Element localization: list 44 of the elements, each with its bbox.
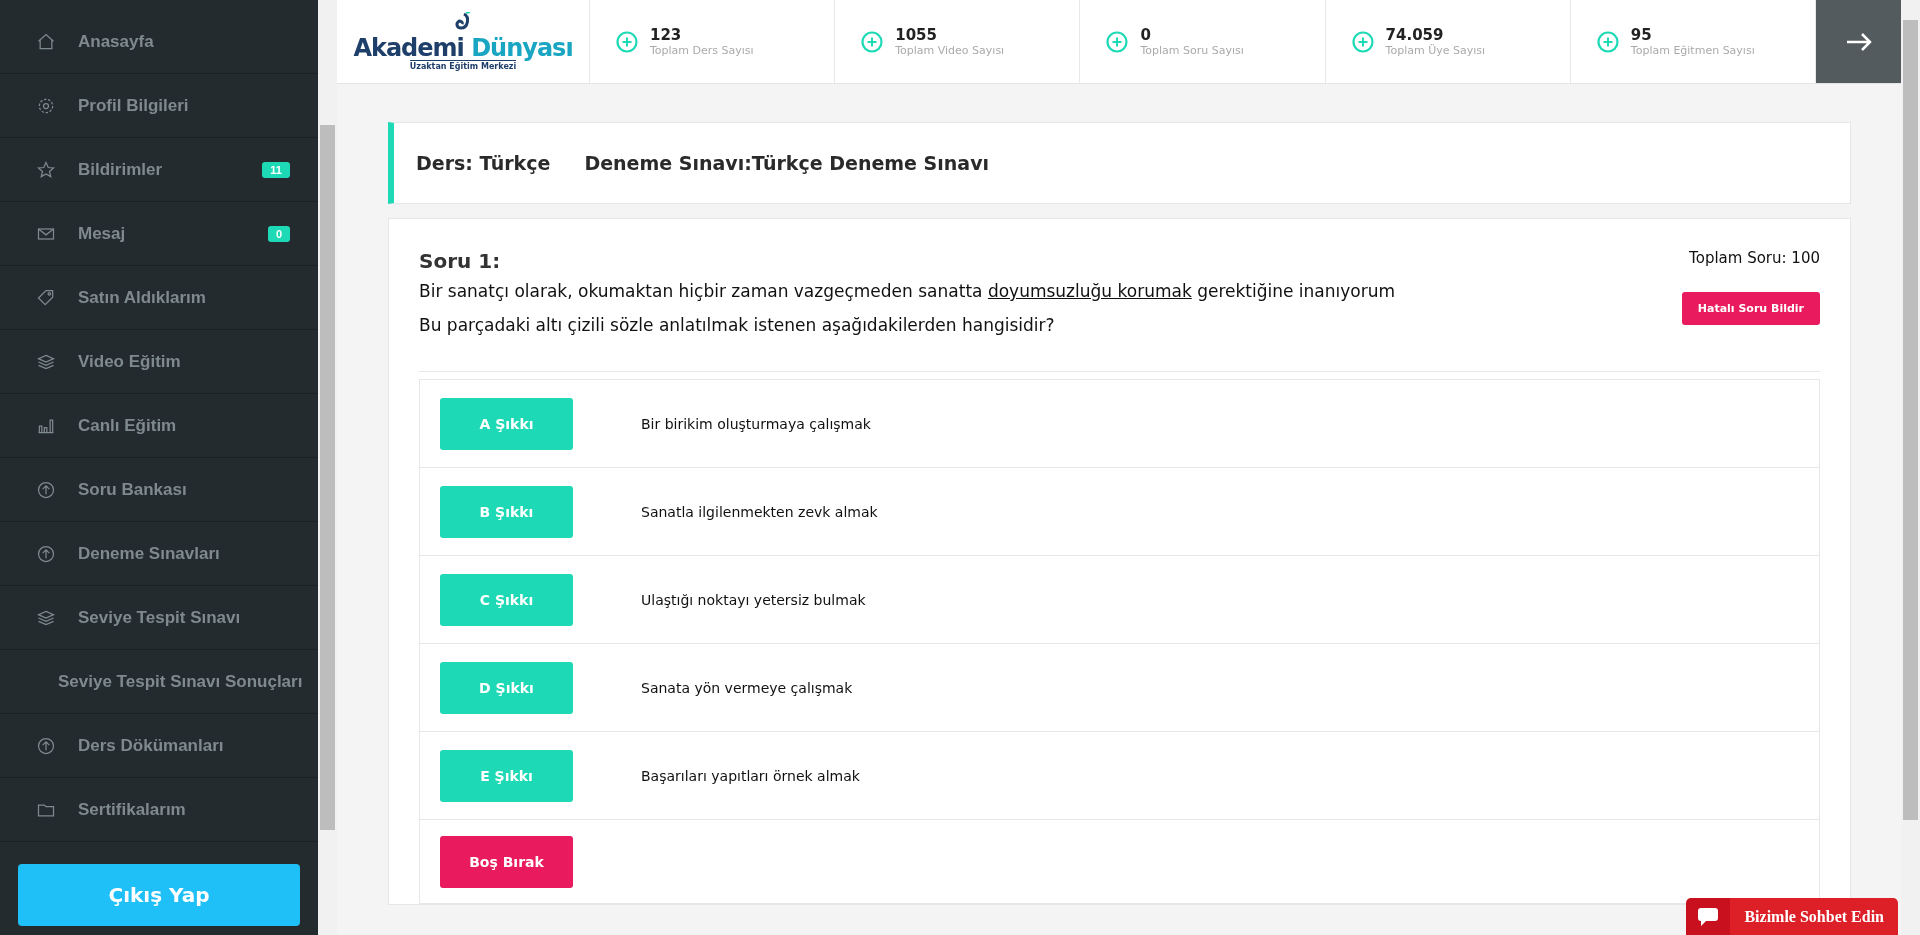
plus-circle-icon [616,30,638,53]
stat-value: 74.059 [1385,26,1445,44]
plus-circle-icon [861,30,884,53]
question-prompt: Bu parçadaki altı çizili sözle anlatılmak istenen aşağıdakilerden hangisidir? [419,315,1056,335]
stat-value: 95 [1630,26,1653,44]
stat-label: Toplam Soru Sayısı [1140,44,1244,57]
upload-icon [36,543,56,564]
stat-label: Toplam Video Sayısı [895,44,1005,57]
chat-bubble-icon [1697,906,1720,927]
sidebar-item[interactable]: Bildirimler 11 [0,138,318,202]
tag-icon [36,287,56,308]
answer-text: Ulaştığı noktayı yetersiz bulmak [641,591,866,608]
question-number: Soru 1: [419,249,502,273]
sidebar-item[interactable]: Mesaj 0 [0,202,318,266]
stat-value: 123 [650,26,683,44]
stat-label: Toplam Eğitmen Sayısı [1630,44,1755,57]
star-icon [36,159,56,180]
home-icon [36,31,56,52]
report-button[interactable]: Hatalı Soru Bildir [1681,292,1820,325]
count-badge: 0 [267,225,290,242]
upload-icon [36,735,56,756]
answer-text: Sanata yön vermeye çalışmak [641,679,853,696]
arrow-right-icon [1845,32,1872,51]
logo-tagline: Uzaktan Eğitim Merkezi [409,60,517,71]
course-title: Ders: Türkçe [416,152,551,174]
total-questions: Toplam Soru: 100 [1689,249,1820,267]
stat-label: Toplam Üye Sayısı [1385,44,1486,57]
arrow-button[interactable] [1816,0,1901,83]
plus-circle-icon [1106,30,1129,53]
plus-circle-icon [1351,30,1374,53]
upload-icon [36,479,56,500]
question-text: Bir sanatçı olarak, okumaktan hiçbir zaman vazgeçmeden sanatta doyumsuzluğu korumak gerektiğine inanıyorum [419,281,1396,301]
stat-label: Toplam Ders Sayısı [650,44,754,57]
logout-button[interactable]: Çıkış Yap [18,864,300,926]
skip-button[interactable]: Boş Bırak [440,835,573,888]
chat-button[interactable]: Bizimle Sohbet Edin [1730,898,1898,935]
stat-value: 0 [1140,26,1152,44]
plus-circle-icon [1596,30,1619,53]
stat-value: 1055 [895,26,938,44]
count-badge: 11 [262,161,290,178]
answer-text: Sanatla ilgilenmekten zevk almak [641,503,878,520]
exam-title: Deneme Sınavı:Türkçe Deneme Sınavı [584,152,990,174]
answer-text: Bir birikim oluşturmaya çalışmak [641,415,871,432]
answer-text: Başarıları yapıtları örnek almak [641,767,860,784]
